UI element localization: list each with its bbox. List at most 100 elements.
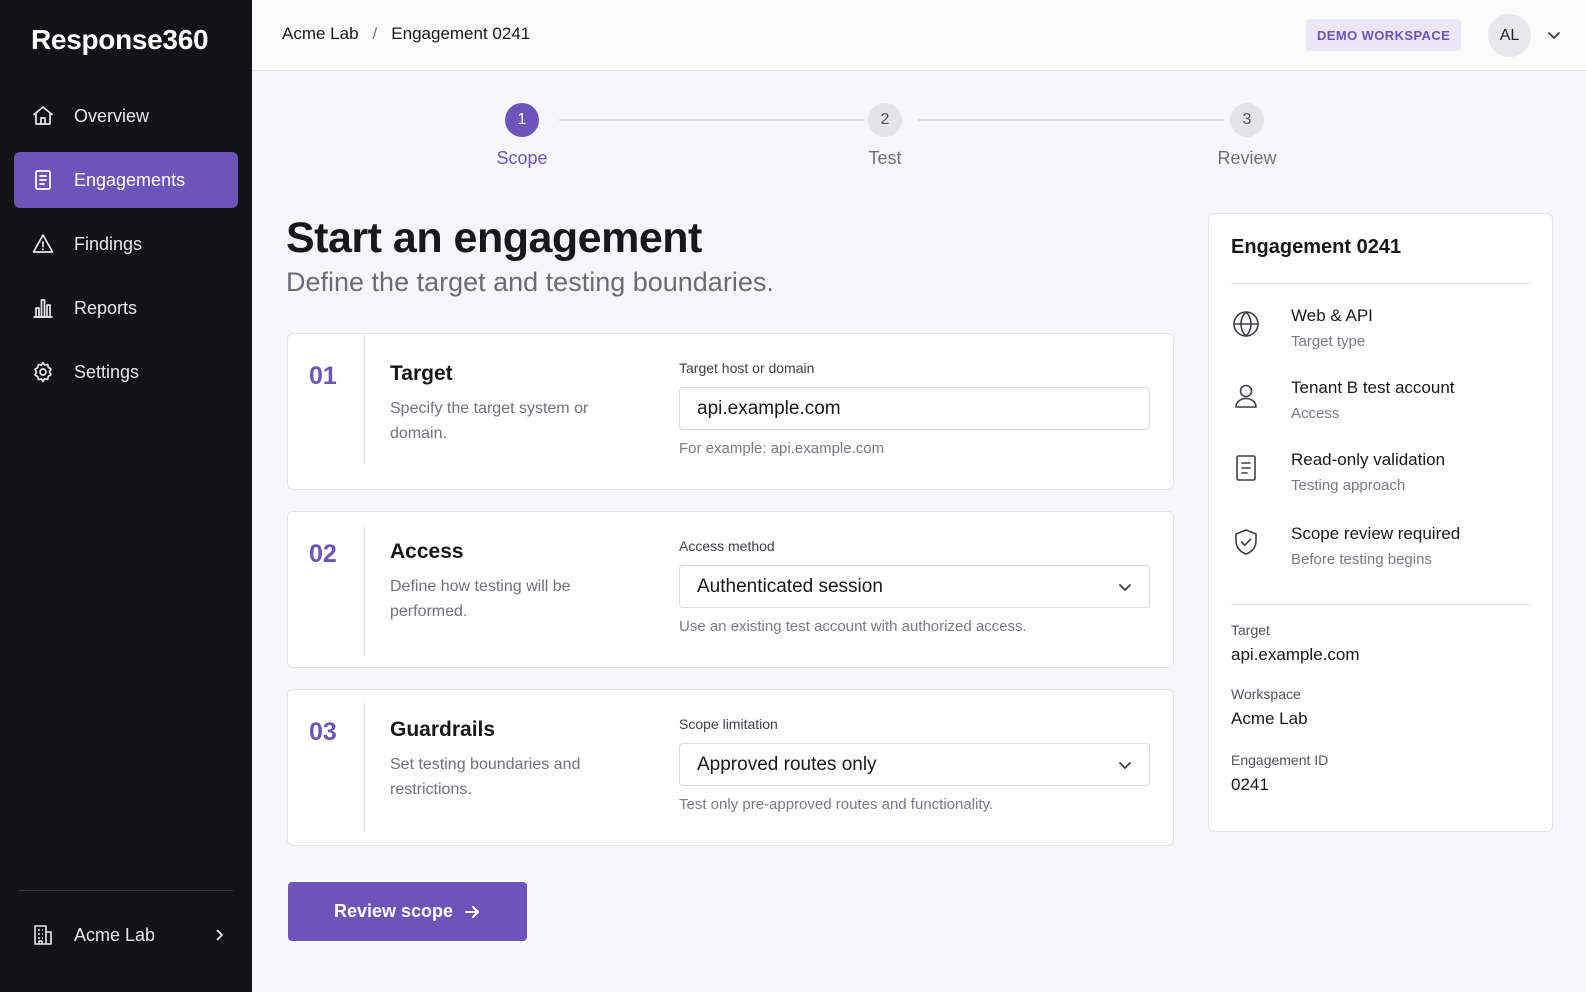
step-number: 3	[1230, 103, 1264, 137]
step-test[interactable]: 2 Test	[835, 103, 935, 169]
sidebar-item-overview[interactable]: Overview	[14, 88, 238, 144]
chevron-right-icon	[216, 929, 223, 941]
sidebar-item-label: Findings	[74, 233, 143, 254]
summary-item-value: Read-only validation	[1291, 450, 1446, 469]
section-title: Access	[390, 540, 464, 563]
sidebar-item-label: Settings	[74, 361, 140, 382]
step-label: Scope	[496, 148, 548, 168]
org-label: Acme Lab	[74, 924, 156, 945]
document-icon	[1231, 453, 1261, 483]
summary-meta-workspace: Workspace Acme Lab	[1231, 686, 1308, 729]
breadcrumb-workspace-link[interactable]: Acme Lab	[282, 24, 359, 44]
building-icon	[34, 925, 52, 945]
section-target: 01 Target Specify the target system or d…	[287, 333, 1174, 490]
summary-item-testing-approach: Read-only validation Testing approach	[1231, 450, 1531, 500]
breadcrumb-current: Engagement 0241	[391, 24, 531, 43]
summary-divider	[1231, 283, 1532, 284]
sidebar-item-engagements[interactable]: Engagements	[14, 152, 238, 208]
select-value: Authenticated session	[697, 575, 883, 597]
sidebar-item-label: Engagements	[74, 169, 186, 190]
page-title: Start an engagement	[286, 214, 702, 262]
meta-label: Engagement ID	[1231, 752, 1329, 768]
access-method-select[interactable]: Authenticated session	[679, 565, 1150, 608]
target-host-input-wrapper	[679, 387, 1150, 430]
gear-icon	[31, 360, 55, 384]
user-icon	[1231, 381, 1261, 411]
section-description: Specify the target system or domain.	[390, 400, 589, 442]
summary-meta-target: Target api.example.com	[1231, 622, 1360, 665]
step-number: 1	[505, 103, 539, 137]
field-hint: For example: api.example.com	[679, 440, 885, 457]
sidebar-item-settings[interactable]: Settings	[14, 344, 238, 400]
workspace-badge: DEMO WORKSPACE	[1306, 19, 1462, 51]
section-title: Target	[390, 362, 453, 385]
bar-chart-icon	[31, 296, 55, 320]
summary-item-label: Access	[1291, 405, 1340, 422]
meta-value: 0241	[1231, 775, 1269, 794]
globe-icon	[1231, 309, 1261, 339]
summary-item-label: Target type	[1291, 333, 1366, 350]
sidebar-item-reports[interactable]: Reports	[14, 280, 238, 336]
summary-item-label: Before testing begins	[1291, 551, 1432, 568]
shield-check-icon	[1231, 527, 1261, 557]
warning-icon	[31, 232, 55, 256]
field-label: Access method	[679, 538, 775, 554]
avatar[interactable]: AL	[1488, 14, 1531, 57]
field-label: Target host or domain	[679, 360, 815, 376]
field-hint: Use an existing test account with author…	[679, 618, 1027, 635]
section-number: 01	[309, 362, 337, 390]
sidebar-item-findings[interactable]: Findings	[14, 216, 238, 272]
section-number: 02	[309, 540, 337, 568]
review-scope-button[interactable]: Review scope	[288, 882, 527, 941]
summary-item-target-type: Web & API Target type	[1231, 306, 1531, 356]
meta-label: Target	[1231, 622, 1270, 638]
top-bar: Acme Lab / Engagement 0241 DEMO WORKSPAC…	[252, 0, 1586, 71]
section-description: Set testing boundaries and restrictions.	[390, 756, 581, 798]
summary-item-value: Scope review required	[1291, 524, 1461, 543]
sidebar: Response360 Overview Engagements Finding…	[0, 0, 252, 992]
brand-logo[interactable]: Response360	[31, 24, 209, 56]
breadcrumb: Acme Lab / Engagement 0241	[282, 24, 530, 44]
org-switcher[interactable]: Acme Lab	[31, 918, 227, 952]
summary-item-label: Testing approach	[1291, 477, 1406, 494]
meta-value: Acme Lab	[1231, 709, 1308, 728]
field-label: Scope limitation	[679, 716, 778, 732]
breadcrumb-separator: /	[372, 24, 378, 43]
section-access: 02 Access Define how testing will be per…	[287, 511, 1174, 668]
chevron-down-icon	[1548, 32, 1560, 39]
summary-item-value: Tenant B test account	[1291, 378, 1455, 397]
meta-value: api.example.com	[1231, 645, 1360, 664]
page-subtitle: Define the target and testing boundaries…	[286, 267, 774, 297]
arrow-right-icon	[465, 905, 480, 918]
summary-item-value: Web & API	[1291, 306, 1373, 325]
section-description: Define how testing will be performed.	[390, 578, 571, 620]
step-scope[interactable]: 1 Scope	[472, 103, 572, 169]
home-icon	[31, 104, 55, 128]
section-number: 03	[309, 718, 337, 746]
field-hint: Test only pre-approved routes and functi…	[679, 796, 994, 813]
account-menu-chevron[interactable]	[1546, 27, 1562, 43]
summary-title: Engagement 0241	[1231, 236, 1402, 258]
stepper-connector	[918, 119, 1224, 121]
button-label: Review scope	[333, 901, 454, 921]
select-value: Approved routes only	[697, 753, 877, 775]
sidebar-item-label: Reports	[74, 297, 138, 318]
section-divider	[364, 702, 365, 833]
step-review[interactable]: 3 Review	[1197, 103, 1297, 169]
sidebar-nav: Overview Engagements Findings Reports Se…	[14, 88, 238, 408]
chevron-down-icon	[1119, 762, 1131, 769]
target-host-input[interactable]	[697, 397, 1149, 420]
chevron-down-icon	[1119, 584, 1131, 591]
document-icon	[31, 168, 55, 192]
stepper-connector	[559, 119, 864, 121]
sidebar-item-label: Overview	[74, 105, 150, 126]
section-divider	[364, 524, 365, 655]
summary-divider	[1231, 604, 1532, 605]
sidebar-divider	[19, 890, 233, 891]
engagement-summary-panel: Engagement 0241 Web & API Target type Te…	[1208, 213, 1553, 832]
step-label: Test	[868, 148, 902, 168]
section-guardrails: 03 Guardrails Set testing boundaries and…	[287, 689, 1174, 846]
scope-limitation-select[interactable]: Approved routes only	[679, 743, 1150, 786]
section-title: Guardrails	[390, 718, 496, 741]
summary-item-access: Tenant B test account Access	[1231, 378, 1531, 428]
